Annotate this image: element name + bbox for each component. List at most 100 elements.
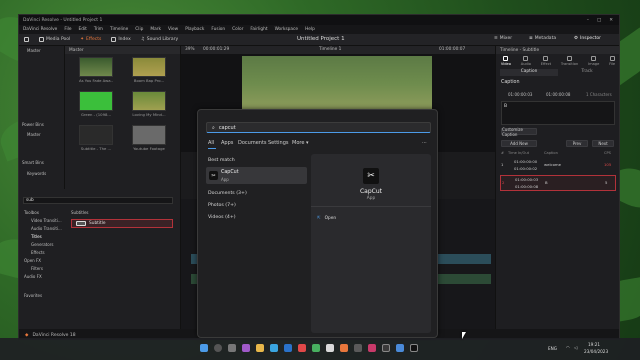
smart-bins-keywords[interactable]: Keywords: [27, 171, 46, 176]
more-options-icon[interactable]: ⋯: [422, 140, 427, 146]
task-view-icon[interactable]: [228, 344, 236, 352]
clip-thumbnail[interactable]: Youtube Footage: [132, 125, 166, 155]
menu-item[interactable]: Playback: [185, 27, 204, 32]
next-button[interactable]: Next: [592, 140, 614, 147]
filter-apps[interactable]: Apps: [221, 140, 233, 146]
inspector-tab[interactable]: Image: [588, 55, 599, 67]
inspector-tab[interactable]: Video: [501, 55, 511, 67]
menu-item[interactable]: Edit: [79, 27, 87, 32]
caption-subtab[interactable]: Caption: [500, 69, 558, 76]
prev-button[interactable]: Prev: [566, 140, 588, 147]
open-action[interactable]: ⇱ Open: [317, 216, 336, 221]
mixer-button[interactable]: ≡ Mixer: [489, 36, 517, 41]
menu-item[interactable]: DaVinci Resolve: [23, 27, 57, 32]
clip-thumbnail[interactable]: Subtitle - The ...: [79, 125, 113, 155]
filter-documents[interactable]: Documents: [238, 140, 267, 146]
chat-icon[interactable]: [242, 344, 250, 352]
inspector-tab[interactable]: File: [609, 55, 615, 67]
capcut-taskbar-icon[interactable]: [410, 344, 418, 352]
power-bins-master[interactable]: Master: [27, 132, 41, 137]
clip-thumbnail[interactable]: Loving My Mind...: [132, 91, 166, 121]
caption-tc-in[interactable]: 01:00:00:03: [508, 92, 532, 97]
audio-transitions-item[interactable]: Audio Transiti...: [31, 226, 62, 231]
windows-start-icon[interactable]: [200, 344, 208, 352]
video-transitions-item[interactable]: Video Transiti...: [31, 218, 62, 223]
filter-all[interactable]: All: [208, 140, 214, 146]
language-indicator[interactable]: ENG: [548, 346, 557, 351]
filter-more[interactable]: More ▾: [292, 140, 309, 146]
generators-item[interactable]: Generators: [31, 242, 53, 247]
minimize-icon[interactable]: –: [587, 18, 589, 23]
caption-tc-out[interactable]: 01:00:00:08: [546, 92, 570, 97]
app-icon[interactable]: [326, 344, 334, 352]
openfx-item[interactable]: Open FX: [24, 258, 41, 263]
effects-search-input[interactable]: sub: [23, 197, 173, 204]
clock-date[interactable]: 23/04/2023: [584, 349, 608, 354]
edge-icon[interactable]: [270, 344, 278, 352]
app-icon[interactable]: [340, 344, 348, 352]
caption-row-selected[interactable]: 2 01:00:00:03 01:00:00:08 B 5: [500, 175, 616, 191]
inspector-button[interactable]: ⚙ Inspector: [569, 36, 606, 41]
index-button[interactable]: Index: [106, 37, 135, 42]
caption-text-field[interactable]: B: [501, 101, 615, 125]
effects-item[interactable]: Effects: [31, 250, 45, 255]
volume-icon[interactable]: ◁: [574, 345, 577, 350]
file-explorer-icon[interactable]: [256, 344, 264, 352]
menu-item[interactable]: Workspace: [275, 27, 299, 32]
inspector-tab[interactable]: Effect: [541, 55, 551, 67]
inspector-tab[interactable]: Audio: [521, 55, 531, 67]
viewer-timeline-name[interactable]: Timeline 1: [319, 47, 341, 52]
menu-item[interactable]: Timeline: [110, 27, 128, 32]
inspector-tab[interactable]: Transition: [561, 55, 578, 67]
app-icon[interactable]: [354, 344, 362, 352]
menu-item[interactable]: Fusion: [211, 27, 225, 32]
maximize-icon[interactable]: □: [597, 18, 601, 23]
mixer-label: Mixer: [499, 36, 513, 41]
clip-thumbnail[interactable]: Green - (1098...: [79, 91, 113, 121]
clip-thumbnail[interactable]: As You Fade Awa...: [79, 57, 113, 87]
search-icon[interactable]: [214, 344, 222, 352]
resolve-taskbar-icon[interactable]: [382, 344, 390, 352]
col-number: #: [501, 151, 505, 155]
videos-section[interactable]: Videos (4+): [208, 215, 236, 220]
app-icon[interactable]: [396, 344, 404, 352]
photos-section[interactable]: Photos (7+): [208, 203, 236, 208]
customize-caption-button[interactable]: Customize Caption: [501, 127, 537, 137]
toolbox-item[interactable]: Toolbox: [24, 210, 39, 215]
menu-item[interactable]: Trim: [94, 27, 103, 32]
add-new-button[interactable]: Add New: [501, 140, 537, 147]
app-icon[interactable]: [368, 344, 376, 352]
metadata-button[interactable]: ≣ Metadata: [524, 36, 561, 41]
filters-item[interactable]: Filters: [31, 266, 43, 271]
audio-fx-item[interactable]: Audio FX: [24, 274, 42, 279]
inspector-label: Inspector: [580, 36, 602, 41]
menu-item[interactable]: Clip: [135, 27, 143, 32]
wifi-icon[interactable]: ◠: [566, 345, 570, 350]
viewer-zoom[interactable]: 39%: [185, 47, 195, 52]
subtitle-effect-item[interactable]: Subtitle: [71, 219, 173, 228]
sound-library-button[interactable]: ♫ Sound Library: [136, 37, 183, 42]
menu-item[interactable]: View: [168, 27, 178, 32]
best-match-result[interactable]: ✂ CapCut App: [206, 167, 307, 184]
menu-item[interactable]: Fairlight: [250, 27, 267, 32]
store-icon[interactable]: [284, 344, 292, 352]
effects-button[interactable]: ✦ Effects: [75, 37, 106, 42]
track-subtab[interactable]: Track: [558, 69, 616, 76]
media-pool-button[interactable]: Media Pool: [34, 37, 75, 42]
app-icon[interactable]: [312, 344, 320, 352]
caption-row[interactable]: 1 01:00:00:00 01:00:00:02 welcome 105: [500, 158, 616, 173]
filter-settings[interactable]: Settings: [268, 140, 289, 146]
clip-thumbnail[interactable]: Boom Bap Pro...: [132, 57, 166, 87]
workspace-toggle-button[interactable]: [19, 37, 34, 42]
menu-item[interactable]: File: [64, 27, 71, 32]
clock-time[interactable]: 19:21: [588, 342, 600, 347]
menu-item[interactable]: Mark: [150, 27, 161, 32]
start-search-input[interactable]: ⌕ capcut: [206, 122, 431, 133]
master-bin[interactable]: Master: [27, 48, 41, 53]
menu-item[interactable]: Help: [305, 27, 315, 32]
close-icon[interactable]: ✕: [609, 18, 613, 23]
app-icon[interactable]: [298, 344, 306, 352]
menu-item[interactable]: Color: [232, 27, 243, 32]
titles-item[interactable]: Titles: [31, 234, 42, 239]
documents-section[interactable]: Documents (3+): [208, 191, 247, 196]
